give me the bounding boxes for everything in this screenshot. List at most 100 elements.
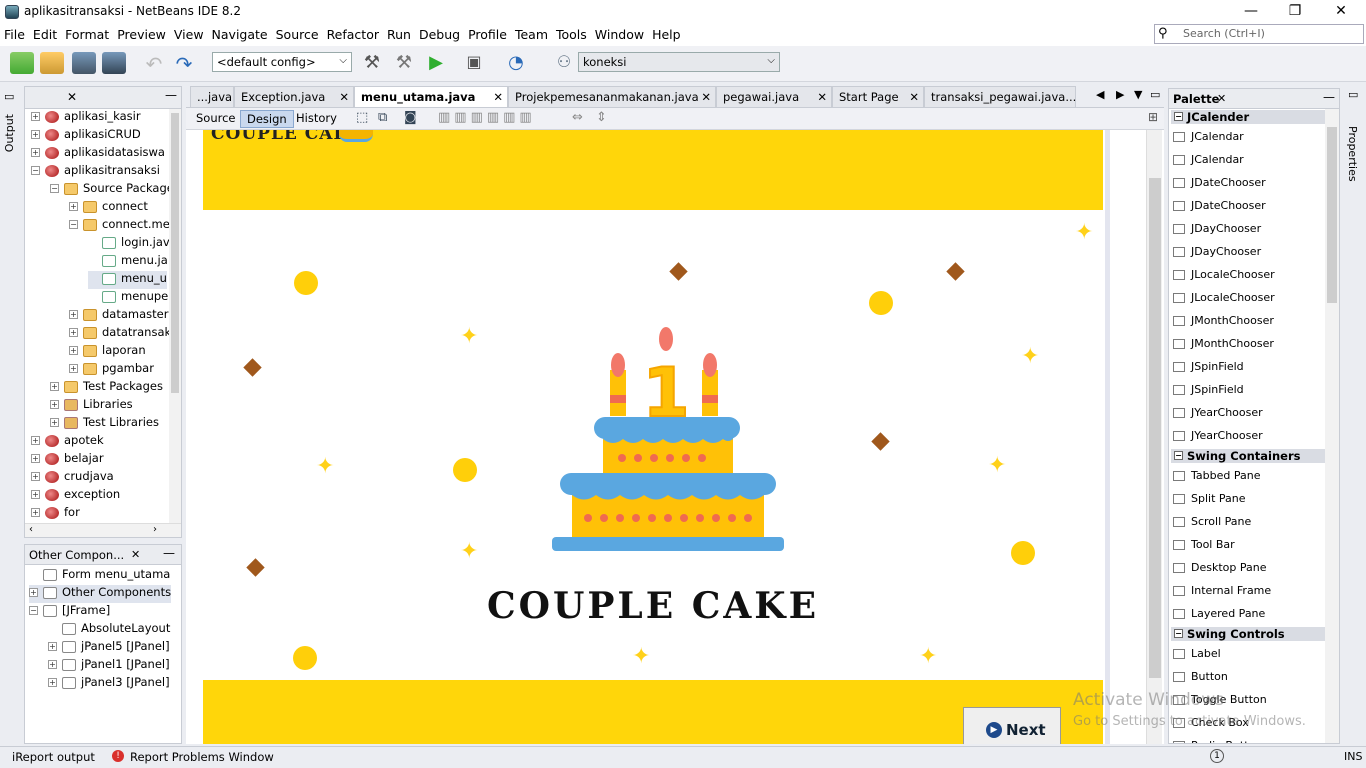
- menu-format[interactable]: Format: [61, 24, 113, 42]
- connection-icon[interactable]: ⚇: [552, 52, 576, 74]
- properties-tab[interactable]: Properties: [1346, 126, 1359, 182]
- tab-projekpemesanan-java[interactable]: Projekpemesananmakanan.java ✕: [508, 86, 716, 107]
- expand-toggle-icon[interactable]: +: [69, 346, 78, 355]
- palette-category[interactable]: − JCalender: [1171, 110, 1325, 124]
- project-tree-item[interactable]: + datamaster: [69, 307, 168, 325]
- scrollbar-thumb[interactable]: [1327, 127, 1337, 303]
- menu-debug[interactable]: Debug: [415, 24, 464, 42]
- expand-toggle-icon[interactable]: +: [50, 418, 59, 427]
- project-tree-item[interactable]: login.jav: [88, 235, 170, 253]
- output-tab[interactable]: Output: [3, 114, 16, 152]
- palette-item[interactable]: Radio Button: [1173, 739, 1262, 743]
- collapse-toggle-icon[interactable]: −: [31, 166, 40, 175]
- form-resize-border[interactable]: [1105, 130, 1110, 744]
- project-tree-item[interactable]: − connect.me: [69, 217, 170, 235]
- project-tree-item[interactable]: + laporan: [69, 343, 146, 361]
- resize-vertical-icon[interactable]: ⇕: [596, 110, 607, 125]
- selection-mode-icon[interactable]: ⬚: [356, 110, 368, 125]
- menu-source[interactable]: Source: [272, 24, 323, 42]
- palette-item[interactable]: Layered Pane: [1173, 607, 1265, 625]
- close-icon[interactable]: ✕: [131, 548, 140, 561]
- expand-toggle-icon[interactable]: +: [50, 400, 59, 409]
- palette-item[interactable]: JDateChooser: [1173, 199, 1266, 217]
- palette-category[interactable]: − Swing Controls: [1171, 627, 1325, 641]
- menu-tools[interactable]: Tools: [552, 24, 591, 42]
- expand-toggle-icon[interactable]: +: [31, 490, 40, 499]
- project-tree-item[interactable]: + for: [31, 505, 80, 523]
- palette-item[interactable]: JMonthChooser: [1173, 314, 1274, 332]
- palette-item[interactable]: JDayChooser: [1173, 245, 1261, 263]
- resize-horizontal-icon[interactable]: ⇔: [572, 110, 583, 125]
- project-tree-item[interactable]: menu.ja: [88, 253, 168, 271]
- redo-icon[interactable]: ↷: [172, 52, 196, 76]
- new-project-icon[interactable]: [40, 52, 64, 74]
- collapse-toggle-icon[interactable]: −: [1174, 629, 1183, 638]
- project-tree-item[interactable]: + Test Packages: [50, 379, 163, 397]
- project-tree-item[interactable]: menu_u: [88, 271, 167, 289]
- config-select[interactable]: <default config> ⌵: [212, 52, 352, 72]
- navigator-tree-item[interactable]: + Other Components: [29, 585, 172, 603]
- project-tree-item[interactable]: + aplikasi_kasir: [31, 109, 141, 127]
- project-tree-item[interactable]: + belajar: [31, 451, 104, 469]
- run-icon[interactable]: ▶: [424, 52, 448, 74]
- expand-toggle-icon[interactable]: +: [69, 328, 78, 337]
- close-icon[interactable]: ✕: [701, 90, 711, 104]
- minimize-panel-icon[interactable]: —: [165, 88, 177, 102]
- close-icon[interactable]: ✕: [339, 90, 349, 104]
- tab-menu-utama-java[interactable]: menu_utama.java ✕: [354, 86, 508, 107]
- tab-scroll-left-icon[interactable]: ◀: [1096, 88, 1104, 101]
- editor-vertical-scrollbar[interactable]: [1146, 130, 1162, 744]
- expand-toggle-icon[interactable]: +: [48, 642, 57, 651]
- expand-toggle-icon[interactable]: +: [29, 588, 38, 597]
- palette-item[interactable]: Scroll Pane: [1173, 515, 1251, 533]
- tab-java-file[interactable]: ...java: [190, 86, 234, 107]
- preview-design-icon[interactable]: ◙: [404, 110, 417, 125]
- palette-item[interactable]: Label: [1173, 647, 1221, 665]
- close-icon[interactable]: ✕: [909, 90, 919, 104]
- palette-item[interactable]: JLocaleChooser: [1173, 291, 1275, 309]
- palette-item[interactable]: JYearChooser: [1173, 406, 1263, 424]
- properties-window-icon[interactable]: ▭: [1348, 88, 1358, 101]
- navigator-tree-item[interactable]: Form menu_utama: [29, 567, 170, 585]
- project-tree-item[interactable]: + pgambar: [69, 361, 154, 379]
- project-tree-item[interactable]: + apotek: [31, 433, 104, 451]
- close-icon[interactable]: ✕: [493, 90, 503, 104]
- expand-toggle-icon[interactable]: +: [31, 436, 40, 445]
- search-input[interactable]: ⚲ Search (Ctrl+I): [1154, 24, 1364, 44]
- palette-item[interactable]: JCalendar: [1173, 130, 1244, 148]
- report-problems-tab[interactable]: Report Problems Window: [130, 750, 274, 764]
- project-tree-item[interactable]: − Source Package: [50, 181, 174, 199]
- palette-item[interactable]: JCalendar: [1173, 153, 1244, 171]
- tab-exception-java[interactable]: Exception.java ✕: [234, 86, 354, 107]
- tab-list-icon[interactable]: ▼: [1134, 88, 1142, 101]
- tab-pegawai-java[interactable]: pegawai.java ✕: [716, 86, 832, 107]
- history-view-button[interactable]: History: [290, 110, 343, 128]
- menu-profile[interactable]: Profile: [464, 24, 511, 42]
- output-window-icon[interactable]: ▭: [4, 90, 14, 103]
- expand-toggle-icon[interactable]: +: [69, 364, 78, 373]
- navigator-title[interactable]: Other Compon...: [29, 548, 124, 562]
- project-tree-item[interactable]: + aplikasidatasiswa: [31, 145, 165, 163]
- align-tools-icon[interactable]: ▥▥▥▥▥▥: [438, 110, 536, 125]
- build-icon[interactable]: ⚒: [360, 52, 384, 74]
- palette-item[interactable]: Tool Bar: [1173, 538, 1235, 556]
- next-button[interactable]: ▶ Next: [963, 707, 1061, 744]
- profile-icon[interactable]: ◔: [504, 52, 528, 74]
- minimize-button[interactable]: —: [1228, 0, 1274, 24]
- palette-item[interactable]: JLocaleChooser: [1173, 268, 1275, 286]
- expand-toggle-icon[interactable]: +: [31, 508, 40, 517]
- collapse-toggle-icon[interactable]: −: [69, 220, 78, 229]
- project-tree-item[interactable]: + Libraries: [50, 397, 133, 415]
- palette-item[interactable]: JDayChooser: [1173, 222, 1261, 240]
- connection-mode-icon[interactable]: ⧉: [378, 110, 387, 125]
- tab-start-page[interactable]: Start Page ✕: [832, 86, 924, 107]
- palette-item[interactable]: Desktop Pane: [1173, 561, 1266, 579]
- close-icon[interactable]: ✕: [67, 90, 77, 104]
- navigator-tree-item[interactable]: + jPanel5 [JPanel]: [48, 639, 170, 657]
- navigator-tree-item[interactable]: + jPanel1 [JPanel]: [48, 657, 170, 675]
- palette-item[interactable]: JDateChooser: [1173, 176, 1266, 194]
- scroll-left-icon[interactable]: ‹: [29, 524, 33, 535]
- project-tree-item[interactable]: + exception: [31, 487, 120, 505]
- project-tree-item[interactable]: + datatransak: [69, 325, 171, 343]
- tab-transaksi-pegawai-java[interactable]: transaksi_pegawai.java...: [924, 86, 1076, 107]
